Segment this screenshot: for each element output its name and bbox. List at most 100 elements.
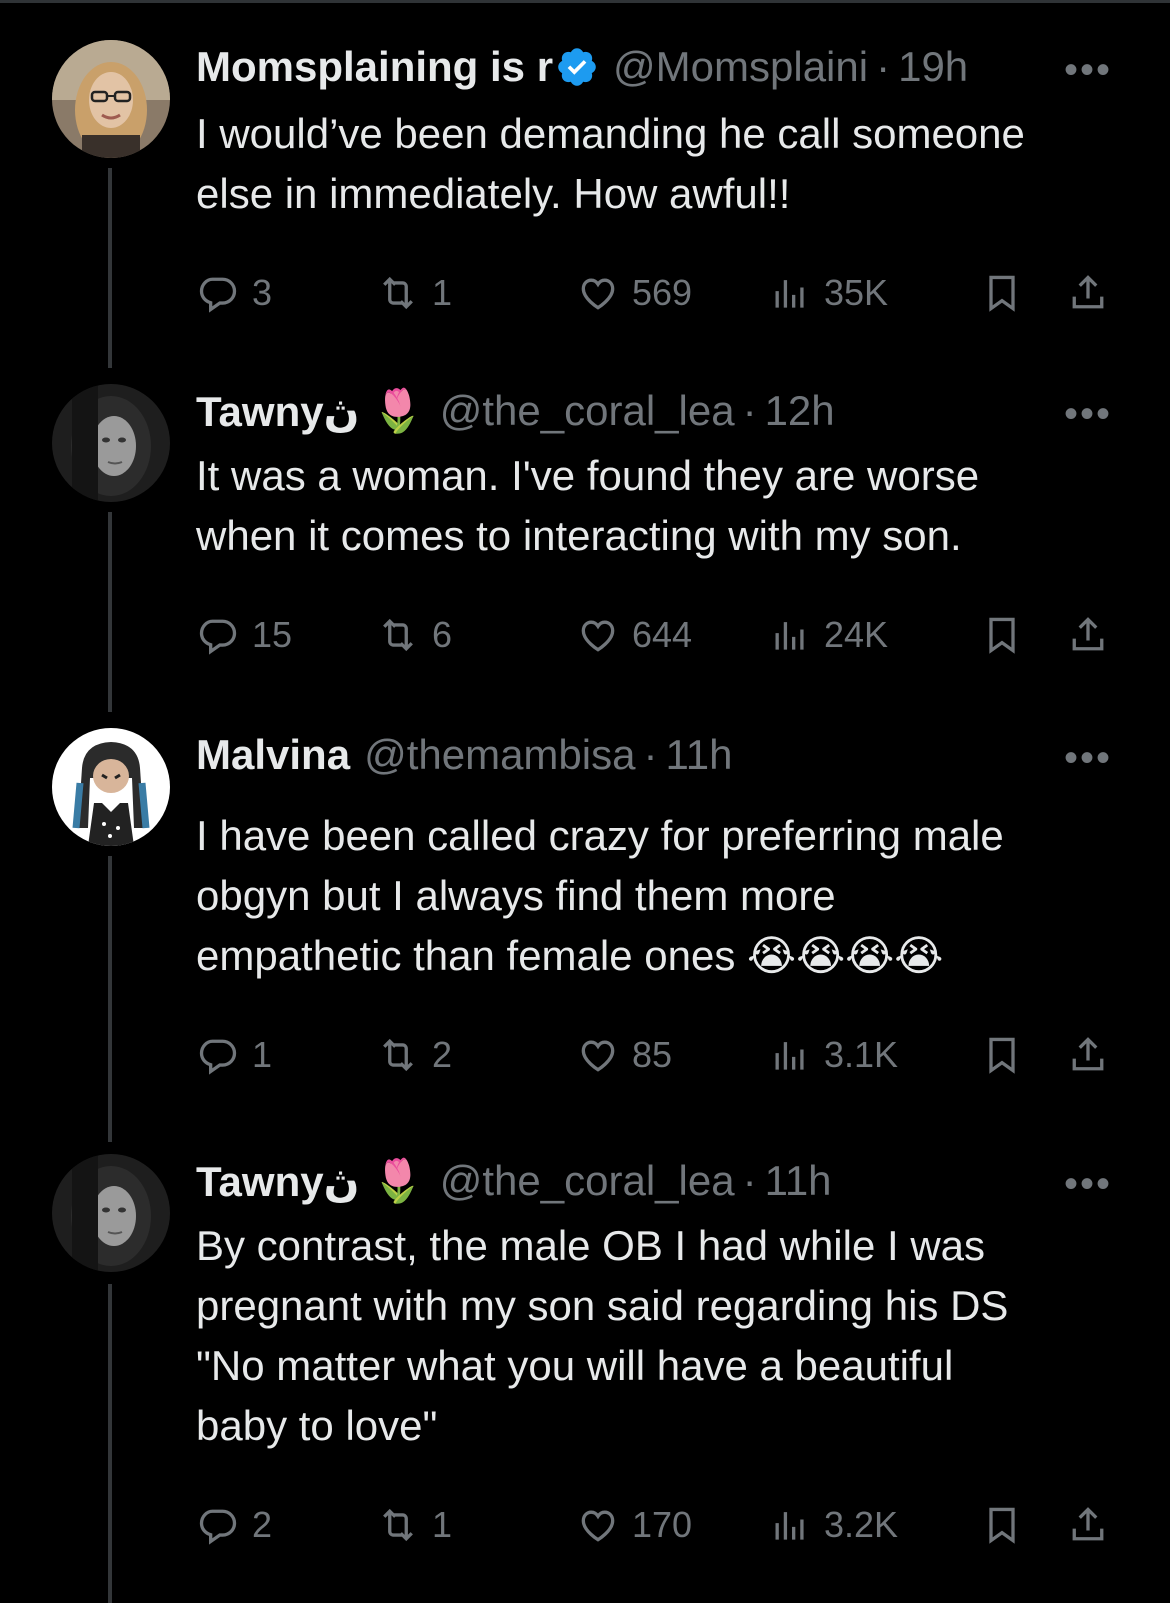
reply-icon [199, 1039, 237, 1075]
repost-icon [383, 276, 413, 310]
tweet-header: Tawnyڽ 🌷 @the_coral_lea · 11h [196, 1156, 832, 1206]
share-icon [1072, 617, 1104, 651]
bookmark-button[interactable] [980, 1500, 1024, 1550]
bookmark-button[interactable] [980, 1030, 1024, 1080]
bookmark-icon [989, 275, 1015, 312]
handle[interactable]: @Momsplaini [613, 43, 868, 91]
heart-icon [581, 620, 615, 652]
views-chart-icon [775, 622, 804, 650]
share-button[interactable] [1066, 268, 1110, 318]
repost-button[interactable]: 1 [376, 1500, 452, 1550]
repost-button[interactable]: 2 [376, 1030, 452, 1080]
timestamp[interactable]: 11h [665, 731, 732, 779]
avatar[interactable] [52, 1154, 170, 1272]
avatar[interactable] [52, 40, 170, 158]
display-name[interactable]: Tawnyڽ [196, 387, 359, 436]
reply-button[interactable]: 15 [196, 610, 292, 660]
like-button[interactable]: 170 [576, 1500, 692, 1550]
handle[interactable]: @the_coral_lea [440, 1157, 735, 1205]
views-chart-icon [775, 1512, 804, 1540]
display-name[interactable]: Tawnyڽ [196, 1157, 359, 1206]
share-icon [1072, 275, 1104, 309]
like-button[interactable]: 569 [576, 268, 692, 318]
reply-icon [199, 277, 237, 313]
separator-dot: · [643, 731, 658, 778]
views-button[interactable]: 35K [768, 268, 888, 318]
share-button[interactable] [1066, 1500, 1110, 1550]
views-button[interactable]: 3.1K [768, 1030, 898, 1080]
thread-line [108, 168, 112, 368]
tweet-text: I have been called crazy for preferring … [196, 812, 1004, 979]
views-button[interactable]: 3.2K [768, 1500, 898, 1550]
view-count: 35K [824, 272, 889, 313]
reply-count: 2 [252, 1504, 273, 1545]
separator-dot: · [742, 387, 757, 434]
tweet-text: It was a woman. I've found they are wors… [196, 452, 980, 559]
share-button[interactable] [1066, 610, 1110, 660]
display-name[interactable]: Momsplaining is r [196, 43, 553, 91]
avatar[interactable] [52, 728, 170, 846]
heart-icon [581, 1510, 615, 1542]
repost-icon [383, 1508, 413, 1542]
separator-dot: · [742, 1157, 757, 1204]
heart-icon [581, 278, 615, 310]
thread-line [108, 512, 112, 712]
bookmark-icon [989, 1037, 1015, 1074]
verified-badge-icon [558, 48, 596, 86]
like-button[interactable]: 85 [576, 1030, 672, 1080]
share-button[interactable] [1066, 1030, 1110, 1080]
tweet-header: Malvina @themambisa · 11h [196, 730, 732, 780]
view-count: 3.2K [824, 1504, 899, 1545]
tweet-header: Tawnyڽ 🌷 @the_coral_lea · 12h [196, 386, 835, 436]
repost-button[interactable]: 1 [376, 268, 452, 318]
reply-count: 3 [252, 272, 273, 313]
views-chart-icon [775, 1042, 804, 1070]
reply-count: 1 [252, 1034, 273, 1075]
share-icon [1072, 1507, 1104, 1541]
tweet-header: Momsplaining is r @Momsplaini · 19h [196, 42, 968, 92]
like-count: 569 [632, 272, 693, 313]
avatar-image [52, 40, 170, 158]
like-count: 644 [632, 614, 693, 655]
avatar-image [52, 1154, 170, 1272]
tweet-text: By contrast, the male OB I had while I w… [196, 1222, 1009, 1449]
handle[interactable]: @themambisa [364, 731, 635, 779]
reply-button[interactable]: 3 [196, 268, 272, 318]
bookmark-icon [989, 617, 1015, 654]
timestamp[interactable]: 12h [765, 387, 835, 435]
heart-icon [581, 1040, 615, 1072]
separator-dot: · [876, 43, 891, 90]
more-options-icon[interactable]: ••• [1064, 48, 1112, 93]
repost-button[interactable]: 6 [376, 610, 452, 660]
repost-count: 2 [432, 1034, 453, 1075]
like-count: 170 [632, 1504, 693, 1545]
timestamp[interactable]: 19h [898, 43, 968, 91]
more-options-icon[interactable]: ••• [1064, 736, 1112, 781]
more-options-icon[interactable]: ••• [1064, 1162, 1112, 1207]
bookmark-button[interactable] [980, 610, 1024, 660]
repost-icon [383, 618, 413, 652]
views-button[interactable]: 24K [768, 610, 888, 660]
more-options-icon[interactable]: ••• [1064, 392, 1112, 437]
timestamp[interactable]: 11h [765, 1157, 832, 1205]
tulip-emoji: 🌷 [371, 386, 424, 434]
action-bar: 1 2 85 3.1K [196, 1030, 1116, 1080]
action-bar: 15 6 644 24K [196, 610, 1116, 660]
top-divider [0, 0, 1170, 3]
repost-count: 1 [432, 272, 453, 313]
tweet-text: I would’ve been demanding he call someon… [196, 110, 1025, 217]
tulip-emoji: 🌷 [371, 1156, 424, 1204]
view-count: 24K [824, 614, 889, 655]
reply-count: 15 [252, 614, 293, 655]
display-name[interactable]: Malvina [196, 731, 350, 779]
avatar[interactable] [52, 384, 170, 502]
like-button[interactable]: 644 [576, 610, 692, 660]
thread-line [108, 856, 112, 1142]
reply-button[interactable]: 2 [196, 1500, 272, 1550]
like-count: 85 [632, 1034, 673, 1075]
share-icon [1072, 1037, 1104, 1071]
handle[interactable]: @the_coral_lea [440, 387, 735, 435]
bookmark-button[interactable] [980, 268, 1024, 318]
repost-count: 1 [432, 1504, 453, 1545]
reply-button[interactable]: 1 [196, 1030, 272, 1080]
